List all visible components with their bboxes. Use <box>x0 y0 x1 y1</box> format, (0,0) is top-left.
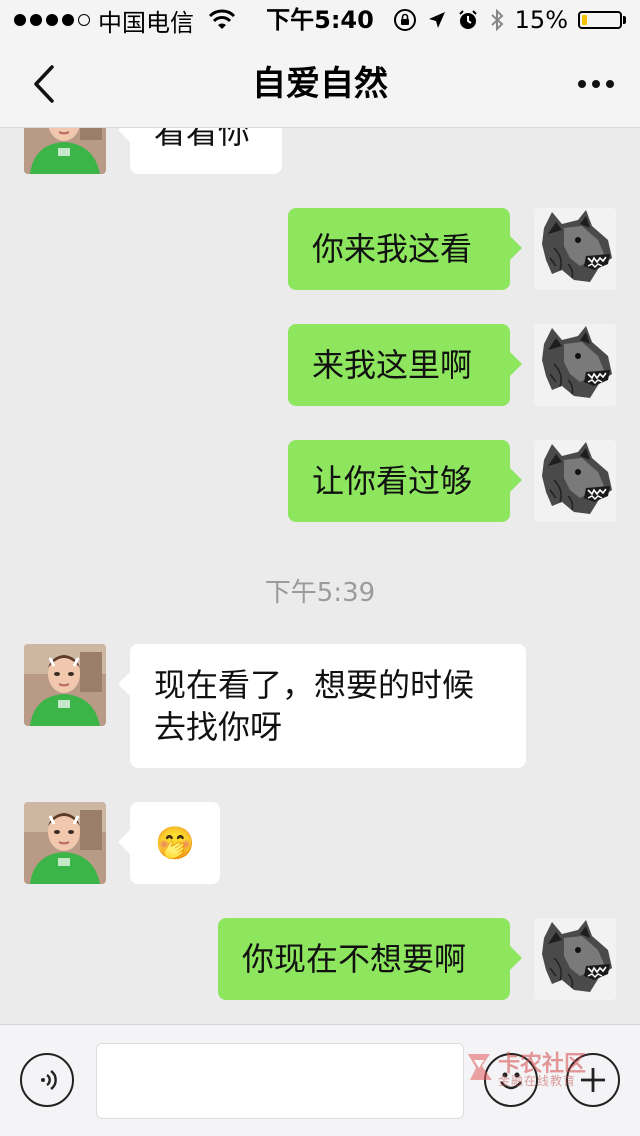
location-icon <box>428 12 445 28</box>
message-text: 来我这里啊 <box>312 346 473 384</box>
message-bubble-received[interactable]: 🤭 <box>118 802 220 884</box>
message-input[interactable] <box>96 1043 464 1119</box>
contact-avatar[interactable] <box>24 802 106 884</box>
plus-icon <box>581 1068 605 1092</box>
voice-button[interactable] <box>20 1053 74 1107</box>
message-bubble-sent[interactable]: 你现在不想要啊 <box>218 918 522 1000</box>
back-button[interactable] <box>24 62 64 106</box>
battery-percent: 15% <box>514 6 568 34</box>
battery-icon <box>578 11 626 29</box>
wolf-avatar[interactable] <box>534 918 616 1000</box>
alarm-icon <box>458 10 477 29</box>
status-bar: 中国电信 下午5:40 15% <box>0 0 640 40</box>
contact-avatar[interactable] <box>24 644 106 726</box>
wolf-avatar[interactable] <box>534 208 616 290</box>
wolf-avatar[interactable] <box>534 324 616 406</box>
input-bar <box>0 1024 640 1136</box>
emoji-icon <box>500 1072 522 1090</box>
plus-button[interactable] <box>566 1053 620 1107</box>
chat-title: 自爱自然 <box>252 64 388 104</box>
orientation-lock-icon <box>393 9 416 31</box>
message-bubble-received[interactable]: 看看你 <box>118 128 282 174</box>
message-list[interactable]: 看看你 你来我这看 来我这里啊 让你看过够 下午5:39 现在看了，想要的时候 … <box>0 128 640 1024</box>
message-text-line-1: 现在看了，想要的时候 <box>154 666 475 704</box>
voice-icon <box>41 1070 57 1090</box>
emoji-message: 🤭 <box>155 824 195 862</box>
emoji-button[interactable] <box>484 1053 538 1107</box>
message-bubble-sent[interactable]: 你来我这看 <box>288 208 522 290</box>
message-text: 看看你 <box>154 128 251 151</box>
wolf-avatar[interactable] <box>534 440 616 522</box>
message-bubble-sent[interactable]: 让你看过够 <box>288 440 522 522</box>
message-timestamp: 下午5:39 <box>264 578 376 608</box>
bluetooth-icon <box>490 8 504 32</box>
more-dots-icon <box>578 80 586 88</box>
message-bubble-received[interactable]: 现在看了，想要的时候 去找你呀 <box>118 644 526 768</box>
status-right: 15% <box>393 4 626 36</box>
message-bubble-sent[interactable]: 来我这里啊 <box>288 324 522 406</box>
more-button[interactable] <box>572 62 620 106</box>
message-text: 你现在不想要啊 <box>242 940 467 978</box>
message-text: 让你看过够 <box>312 462 473 500</box>
message-text-line-2: 去找你呀 <box>154 708 283 746</box>
contact-avatar[interactable] <box>24 128 106 174</box>
message-text: 你来我这看 <box>312 230 473 268</box>
chevron-left-icon <box>34 65 54 103</box>
nav-bar: 自爱自然 <box>0 40 640 128</box>
chat-screen: 中国电信 下午5:40 15% 自爱自然 看看你 你来我这看 来我这里啊 让你看… <box>0 0 640 1136</box>
